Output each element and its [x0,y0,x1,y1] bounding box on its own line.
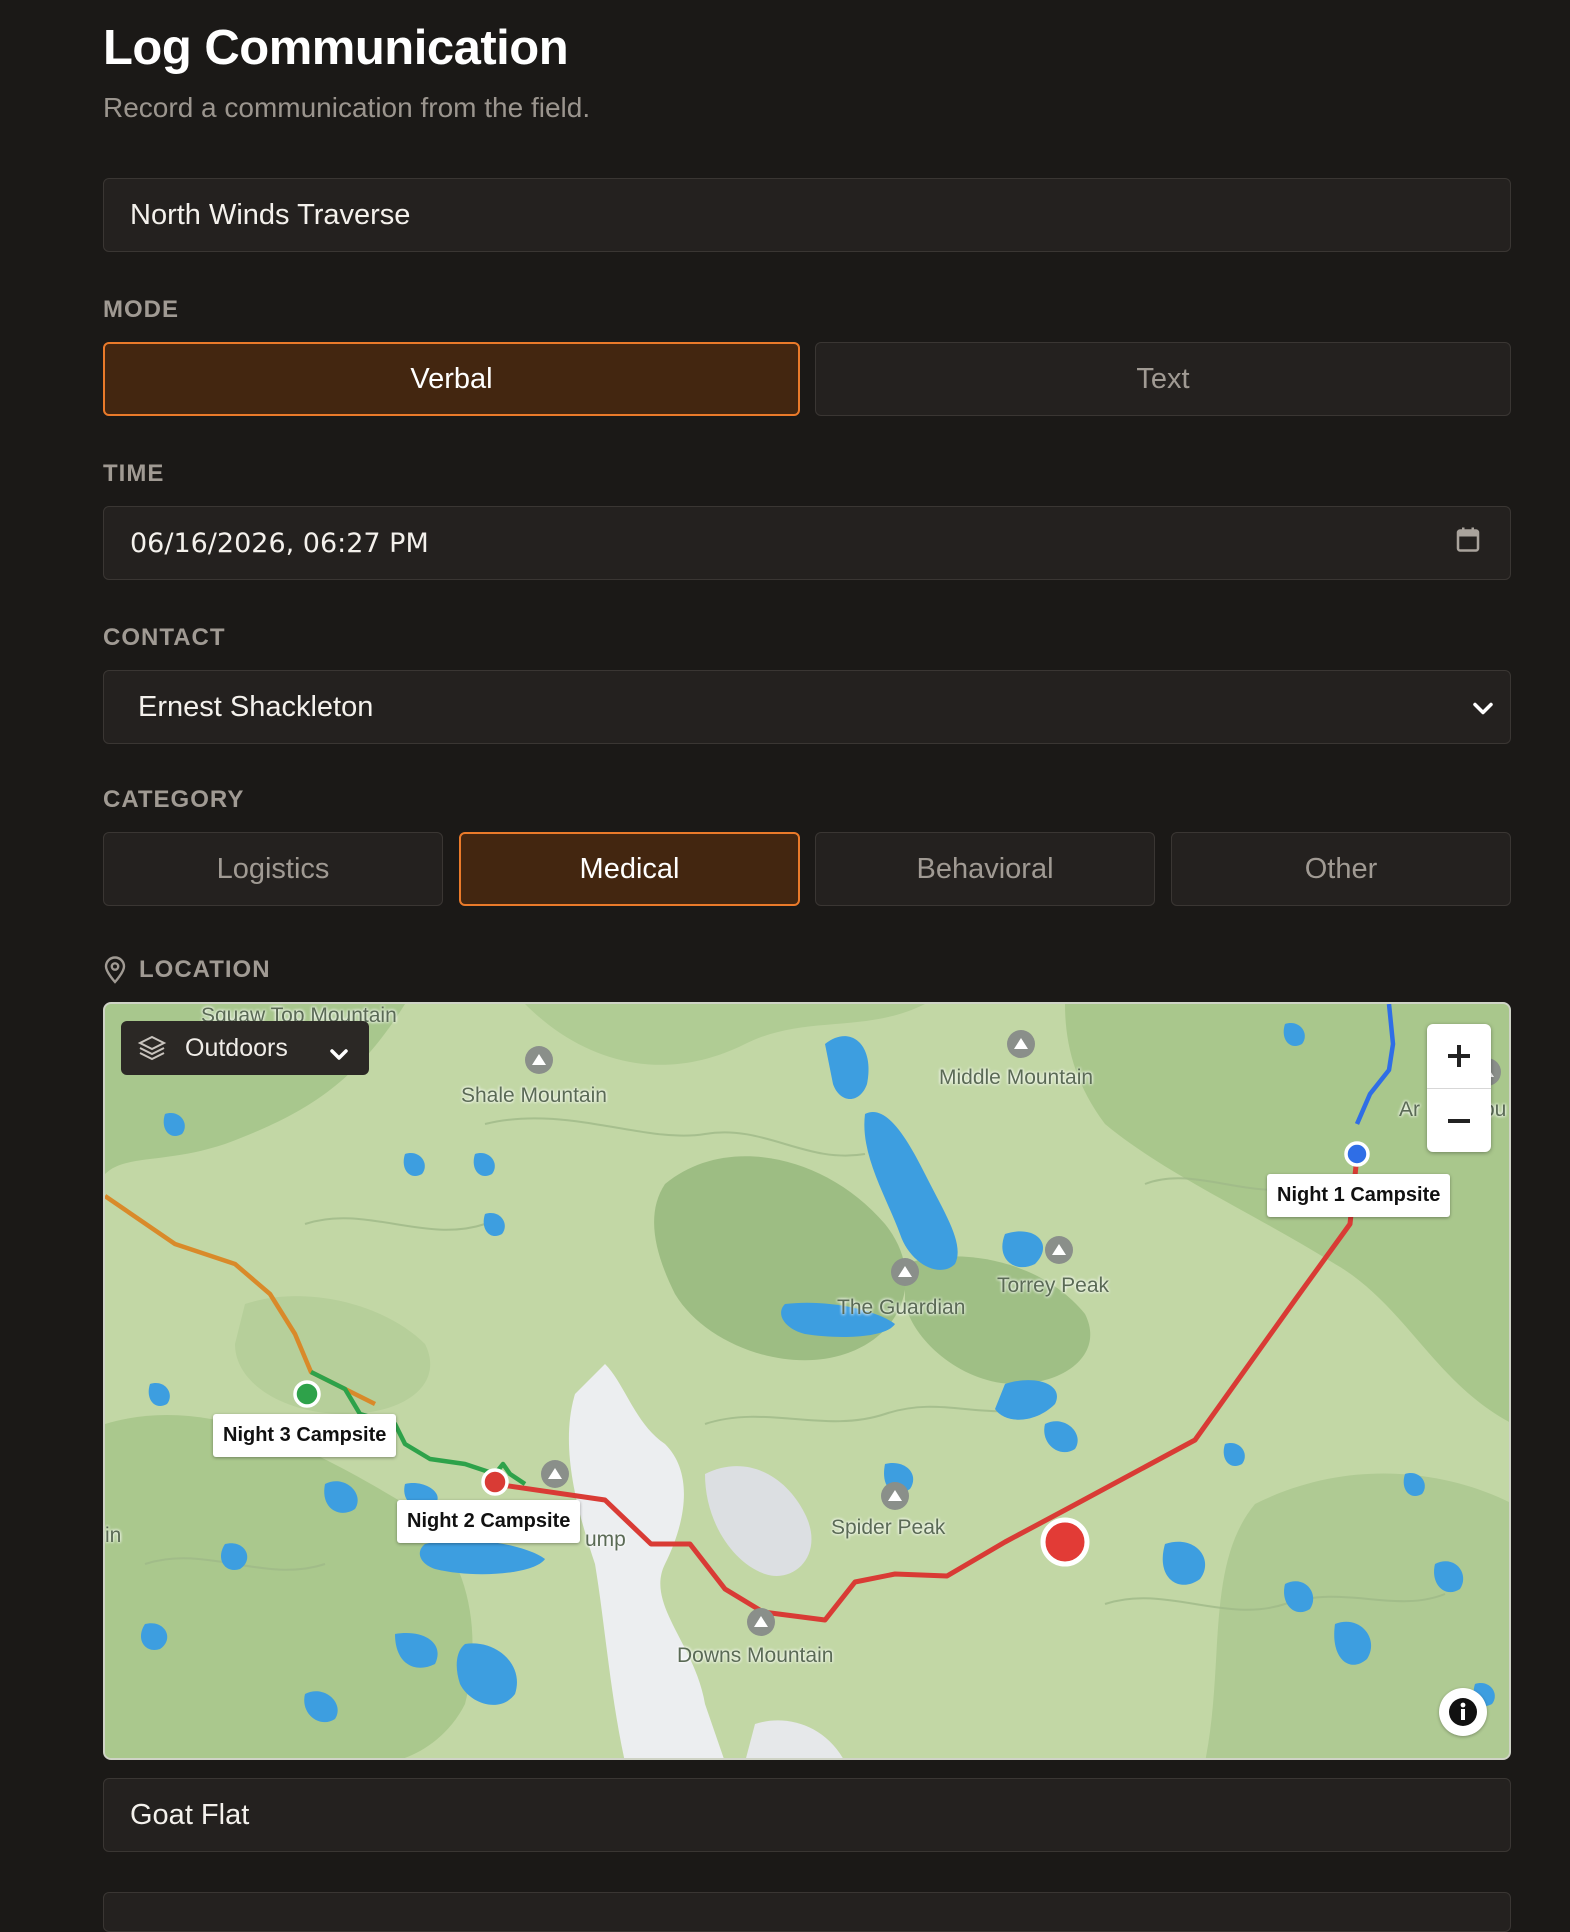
chevron-down-icon [329,1040,349,1069]
peak-label-guardian: The Guardian [837,1296,966,1319]
trip-name-value: North Winds Traverse [130,198,411,231]
contact-select[interactable]: Ernest Shackleton [103,670,1511,744]
trip-name-field[interactable]: North Winds Traverse [103,178,1511,252]
minus-icon [1448,1119,1470,1123]
calendar-icon[interactable] [1456,527,1480,560]
map-pin-icon [103,956,129,984]
next-field[interactable] [103,1892,1511,1932]
campsite-label-night-2: Night 2 Campsite [397,1500,581,1543]
category-logistics-button[interactable]: Logistics [103,832,443,906]
category-behavioral-button[interactable]: Behavioral [815,832,1155,906]
zoom-out-button[interactable] [1427,1089,1491,1153]
location-name-field[interactable]: Goat Flat [103,1778,1511,1852]
location-map[interactable]: Shale Mountain Middle Mountain Torrey Pe… [103,1002,1511,1760]
location-label-row: LOCATION [103,956,271,984]
peak-label-fragment-in: in [105,1524,122,1547]
peak-label-middle: Middle Mountain [939,1066,1094,1089]
contact-label: CONTACT [103,624,226,651]
campsite-label-night-3: Night 3 Campsite [213,1414,397,1457]
time-input[interactable]: 06/16/2026, 06:27 PM [103,506,1511,580]
map-info-button[interactable] [1439,1688,1487,1736]
chevron-down-icon [1472,691,1494,724]
mode-text-button[interactable]: Text [815,342,1511,416]
peak-label-fragment-ar: Ar [1399,1098,1420,1121]
peak-label-fragment-ump: ump [585,1528,626,1551]
info-icon [1449,1698,1477,1726]
map-layer-selector[interactable]: Outdoors [121,1021,369,1075]
map-layer-label: Outdoors [185,1033,288,1062]
page-title: Log Communication [103,21,569,75]
contact-value: Ernest Shackleton [138,690,374,723]
peak-label-downs: Downs Mountain [677,1644,834,1667]
category-other-button[interactable]: Other [1171,832,1511,906]
mode-label: MODE [103,296,179,323]
peak-label-shale: Shale Mountain [461,1084,607,1107]
location-name-value: Goat Flat [130,1798,250,1831]
plus-icon [1448,1045,1470,1067]
peak-label-spider: Spider Peak [831,1516,946,1539]
zoom-in-button[interactable] [1427,1024,1491,1088]
location-label: LOCATION [139,956,271,983]
category-medical-button[interactable]: Medical [459,832,800,906]
page-subtitle: Record a communication from the field. [103,92,591,123]
mode-verbal-button[interactable]: Verbal [103,342,800,416]
category-label: CATEGORY [103,786,245,813]
map-zoom-controls [1427,1024,1491,1152]
time-value: 06/16/2026, 06:27 PM [130,527,429,559]
layers-icon [137,1033,167,1063]
peak-label-torrey: Torrey Peak [997,1274,1110,1297]
campsite-label-night-1: Night 1 Campsite [1267,1174,1451,1217]
time-label: TIME [103,460,165,487]
